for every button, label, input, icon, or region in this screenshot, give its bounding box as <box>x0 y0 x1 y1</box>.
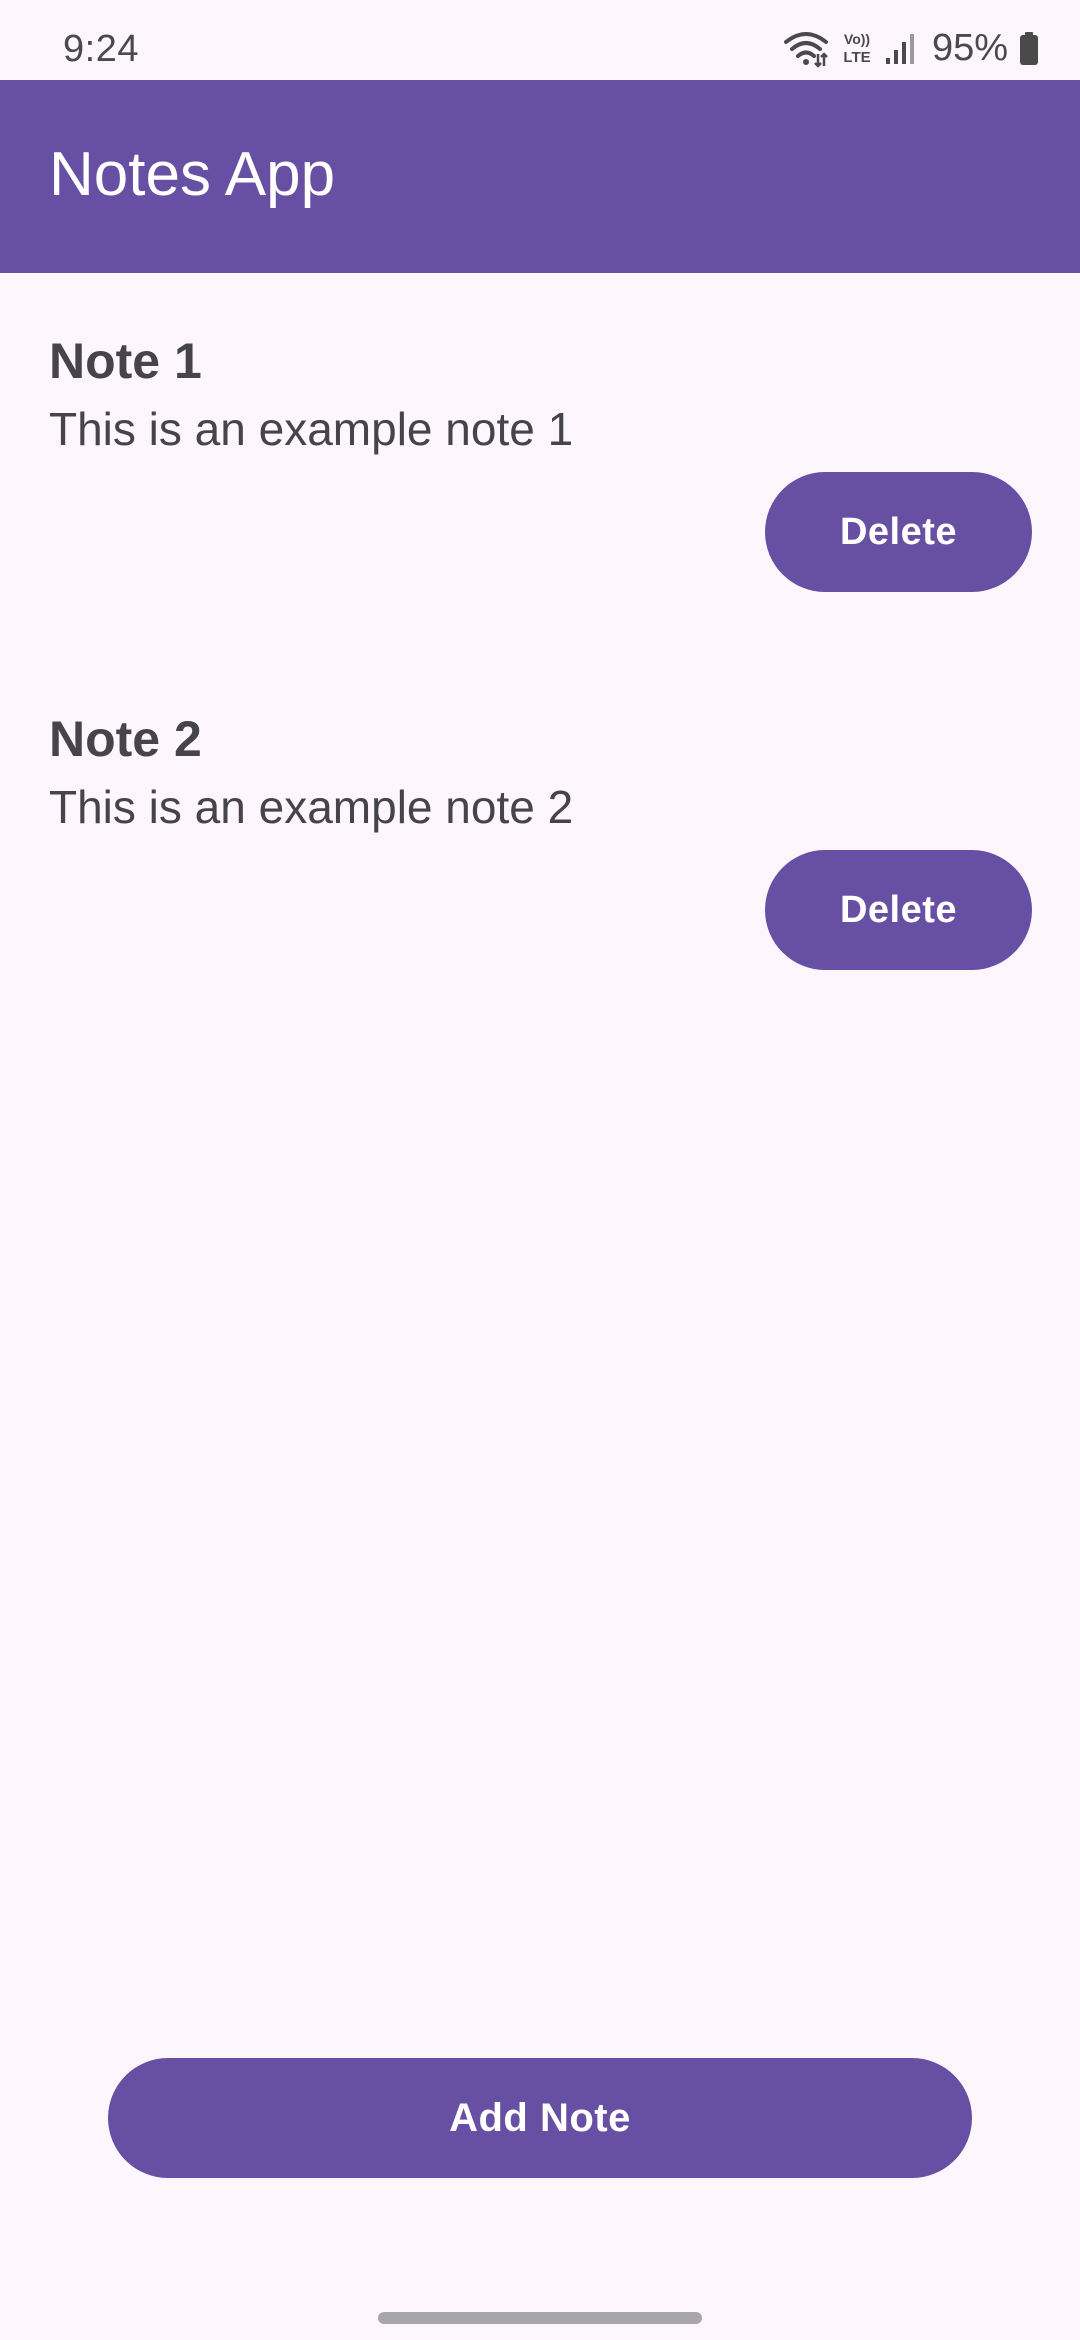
battery-icon <box>1018 28 1040 68</box>
note-content: This is an example note 2 <box>49 781 574 833</box>
volte-icon: Vo)) LTE <box>840 28 874 68</box>
volte-top-text: Vo)) <box>844 31 870 47</box>
home-gesture-bar[interactable] <box>378 2312 702 2324</box>
wifi-icon <box>782 28 830 68</box>
volte-bottom-text: LTE <box>843 49 870 66</box>
note-content: This is an example note 1 <box>49 403 574 455</box>
note-title: Note 1 <box>49 333 202 389</box>
status-icons: Vo)) LTE 95% <box>782 26 1040 70</box>
signal-icon <box>884 28 916 68</box>
add-note-button[interactable]: Add Note <box>108 2058 972 2178</box>
battery-percent: 95% <box>931 26 1008 69</box>
delete-note-button[interactable]: Delete <box>765 472 1032 592</box>
app-bar: Notes App <box>0 80 1080 273</box>
status-time: 9:24 <box>63 28 139 70</box>
delete-note-button[interactable]: Delete <box>765 850 1032 970</box>
status-bar: 9:24 Vo)) LTE 95% <box>0 0 1080 80</box>
app-title: Notes App <box>49 140 336 209</box>
note-title: Note 2 <box>49 711 202 767</box>
